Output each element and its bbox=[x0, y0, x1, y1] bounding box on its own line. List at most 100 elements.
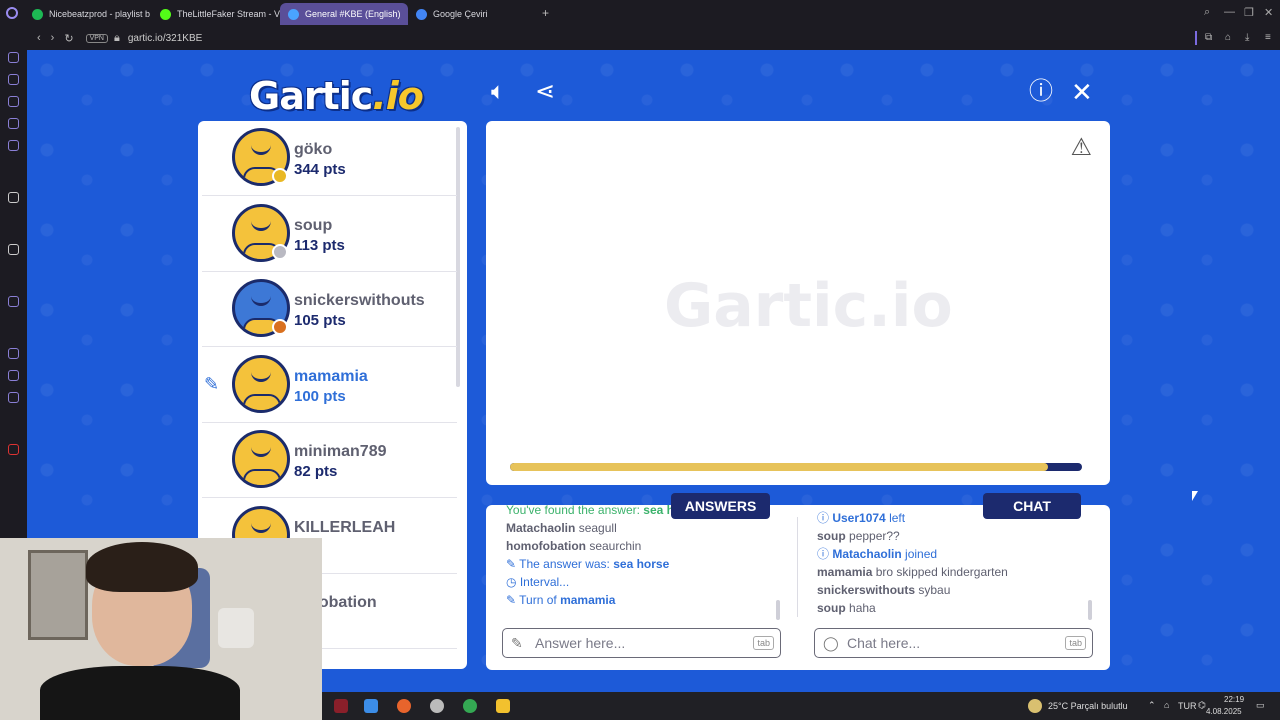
avatar-smile bbox=[251, 217, 271, 231]
browser-tab[interactable]: TheLittleFaker Stream - V bbox=[152, 3, 280, 25]
notifications-icon[interactable]: ▭ bbox=[1256, 700, 1265, 711]
player-row[interactable]: ✎ mamamia 100 pts bbox=[202, 348, 457, 423]
clock-date[interactable]: 4.08.2025 bbox=[1206, 707, 1242, 716]
feed-username: homofobation bbox=[506, 539, 586, 553]
player-row[interactable]: snickerswithouts 105 pts bbox=[202, 272, 457, 347]
browser-tab[interactable]: General #KBE (English) bbox=[280, 3, 408, 25]
app-icon[interactable] bbox=[8, 192, 19, 203]
feed-text: The answer was: bbox=[519, 557, 614, 571]
feed-line: ✎ The answer was: sea horse bbox=[506, 555, 786, 573]
feed-highlight: sea horse bbox=[613, 557, 670, 571]
history-icon[interactable] bbox=[8, 348, 19, 359]
avatar-body bbox=[243, 393, 281, 410]
webcam-lamp bbox=[218, 608, 254, 648]
file-explorer-icon[interactable] bbox=[496, 699, 510, 713]
tab-key-hint: tab bbox=[1065, 636, 1086, 650]
feed-username: Matachaolin bbox=[506, 521, 576, 535]
reload-icon[interactable]: ↻ bbox=[64, 32, 73, 45]
feed-username: soup bbox=[817, 601, 846, 615]
feed-text: haha bbox=[849, 601, 876, 615]
windows-start-icon[interactable] bbox=[364, 699, 378, 713]
report-warning-icon[interactable]: ⚠︎ bbox=[1070, 133, 1092, 162]
player-icon[interactable] bbox=[8, 296, 19, 307]
x-icon[interactable] bbox=[8, 244, 19, 255]
gartic-logo[interactable]: Gartic.io bbox=[249, 74, 424, 118]
download-icon[interactable]: ⤓ bbox=[1245, 32, 1249, 43]
chat-input[interactable] bbox=[847, 635, 1047, 651]
answer-input[interactable] bbox=[535, 635, 735, 651]
feed-username: snickerswithouts bbox=[817, 583, 916, 597]
messenger-icon[interactable] bbox=[8, 52, 19, 63]
feed-line: soup pepper?? bbox=[817, 527, 1097, 545]
weather-text[interactable]: 25°C Parçalı bulutlu bbox=[1048, 701, 1128, 711]
pencil-icon: ✎ bbox=[506, 557, 520, 571]
feed-text: seaurchin bbox=[589, 539, 642, 553]
player-name: miniman789 bbox=[294, 443, 387, 460]
info-icon[interactable]: ⓘ bbox=[1029, 80, 1053, 104]
browser-tab[interactable]: Nicebeatzprod - playlist b bbox=[24, 3, 152, 25]
close-window-icon[interactable]: ✕ bbox=[1264, 6, 1273, 19]
firefox-icon[interactable] bbox=[397, 699, 411, 713]
ai-icon[interactable] bbox=[8, 74, 19, 85]
record-icon[interactable] bbox=[8, 444, 19, 455]
maximize-icon[interactable]: ❐ bbox=[1244, 6, 1254, 19]
feed-text: You've found the answer: bbox=[506, 503, 644, 517]
twitch-icon[interactable] bbox=[8, 118, 19, 129]
settings-icon[interactable] bbox=[8, 392, 19, 403]
player-points: 100 pts bbox=[294, 387, 346, 405]
weather-icon[interactable] bbox=[1028, 699, 1042, 713]
forward-icon[interactable]: › bbox=[51, 32, 55, 44]
messages-icon[interactable] bbox=[8, 140, 19, 151]
language-indicator[interactable]: TUR bbox=[1178, 701, 1197, 711]
feed-text: pepper?? bbox=[849, 529, 900, 543]
url-field[interactable]: gartic.io/321KBE bbox=[128, 33, 203, 44]
back-icon[interactable]: ‹ bbox=[37, 32, 41, 44]
obs-icon[interactable] bbox=[430, 699, 444, 713]
player-row[interactable]: soup 113 pts bbox=[202, 197, 457, 272]
tab-favicon-icon bbox=[416, 8, 427, 20]
player-row[interactable]: miniman789 82 pts bbox=[202, 423, 457, 498]
feed-line: mamamia bro skipped kindergarten bbox=[817, 563, 1097, 581]
answers-tab[interactable]: ANSWERS bbox=[671, 493, 770, 519]
tray-chevron-icon[interactable]: ⌃ bbox=[1148, 700, 1156, 711]
webcam-overlay bbox=[0, 538, 322, 720]
share-icon[interactable]: ⋖ bbox=[535, 80, 555, 104]
profile-icon[interactable]: ⌂ bbox=[1225, 32, 1231, 43]
drawing-pencil-icon: ✎ bbox=[204, 373, 220, 394]
chat-scrollbar[interactable] bbox=[1088, 600, 1092, 620]
drawing-canvas[interactable]: Gartic.io ⚠︎ bbox=[486, 121, 1110, 485]
browser-tab[interactable]: Google Çeviri bbox=[408, 3, 536, 25]
answers-scrollbar[interactable] bbox=[776, 600, 780, 620]
extensions-icon[interactable]: ⧉ bbox=[1205, 32, 1212, 43]
opera-logo-icon[interactable] bbox=[0, 1, 24, 25]
app-icon[interactable] bbox=[334, 699, 348, 713]
chat-tab[interactable]: CHAT bbox=[983, 493, 1081, 519]
rank-badge bbox=[272, 243, 288, 260]
new-tab-button[interactable]: + bbox=[542, 6, 549, 20]
workspace-icon[interactable] bbox=[8, 96, 19, 107]
avatar[interactable] bbox=[232, 430, 290, 488]
tab-label: General #KBE (English) bbox=[305, 9, 401, 19]
minimize-icon[interactable]: — bbox=[1224, 6, 1235, 18]
answer-input-box: ✎ tab bbox=[502, 628, 781, 658]
menu-icon[interactable]: ≡ bbox=[1265, 32, 1271, 43]
chrome-icon[interactable] bbox=[463, 699, 477, 713]
panel-divider bbox=[797, 517, 798, 617]
canvas-watermark: Gartic.io bbox=[664, 271, 953, 341]
browser-tab-strip: Nicebeatzprod - playlist b TheLittleFaker… bbox=[0, 0, 1280, 26]
clock-time[interactable]: 22:19 bbox=[1224, 695, 1244, 704]
extensions-sidebar-icon[interactable] bbox=[8, 370, 19, 381]
clock-icon: ◷ bbox=[506, 575, 520, 589]
player-row[interactable]: göko 344 pts bbox=[202, 121, 457, 196]
vpn-badge[interactable]: VPN bbox=[85, 33, 108, 43]
tab-label: Nicebeatzprod - playlist b bbox=[49, 9, 151, 19]
close-icon[interactable]: ✕ bbox=[1071, 79, 1093, 105]
feed-highlight: mamamia bbox=[560, 593, 616, 607]
sound-icon[interactable]: 🔈︎ bbox=[491, 80, 505, 104]
avatar-smile bbox=[251, 141, 271, 155]
avatar-smile bbox=[251, 292, 271, 306]
network-status-icon[interactable]: ⌬ bbox=[1198, 700, 1206, 711]
network-icon[interactable]: ⌂ bbox=[1164, 700, 1169, 710]
search-icon[interactable]: ⌕ bbox=[1204, 6, 1210, 19]
avatar[interactable] bbox=[232, 354, 290, 413]
